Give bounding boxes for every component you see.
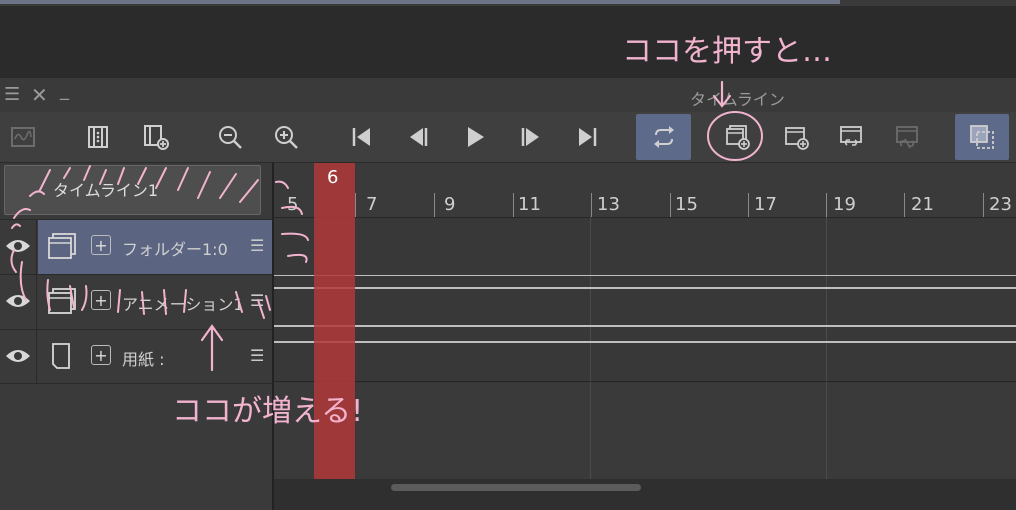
panel-header: ☰ ✕ _ タイムライン: [0, 78, 1016, 112]
close-icon[interactable]: ✕: [31, 85, 48, 105]
visibility-eye-icon[interactable]: [4, 347, 32, 369]
frame-label: 5: [287, 194, 299, 215]
track-animation[interactable]: [274, 274, 1016, 328]
expand-plus-icon[interactable]: +: [91, 235, 111, 255]
frame-label: 7: [366, 194, 378, 215]
panel-title: タイムライン: [690, 90, 785, 109]
first-frame-icon[interactable]: [342, 118, 382, 156]
expand-plus-icon[interactable]: +: [91, 345, 111, 365]
zoom-in-icon[interactable]: [266, 118, 306, 156]
unlink-cel-icon[interactable]: [887, 118, 927, 156]
new-cel-icon[interactable]: [776, 118, 816, 156]
next-frame-icon[interactable]: [511, 118, 551, 156]
expand-plus-icon[interactable]: +: [91, 290, 111, 310]
onion-skin-icon[interactable]: [955, 114, 1009, 160]
timeline-bottom: [274, 479, 1016, 510]
annotation-top: ココを押すと…: [622, 34, 832, 69]
new-timeline-icon[interactable]: [78, 118, 118, 156]
specify-cel-icon[interactable]: [831, 118, 871, 156]
add-timeline-icon[interactable]: [136, 118, 176, 156]
visibility-eye-icon[interactable]: [4, 237, 32, 259]
current-frame-label: 6: [327, 167, 339, 188]
waveform-icon[interactable]: [3, 118, 43, 156]
layer-menu-icon[interactable]: ☰: [250, 236, 264, 255]
track-folder[interactable]: [274, 218, 1016, 273]
timeline-toolbar: [0, 112, 1016, 163]
frame-label: 11: [518, 194, 541, 215]
frame-label: 19: [833, 194, 856, 215]
layer-menu-icon[interactable]: ☰: [250, 291, 264, 310]
frame-label: 15: [675, 194, 698, 215]
panel-menu-icon[interactable]: ☰: [4, 86, 20, 104]
annotation-bottom: ココが増える!: [172, 394, 364, 429]
layer-name: アニメーション1: [122, 295, 244, 314]
loop-playback-icon[interactable]: [636, 114, 691, 160]
frame-label: 23: [989, 194, 1012, 215]
layer-row[interactable]: + 用紙 : ☰: [0, 329, 272, 384]
frame-label: 21: [911, 194, 934, 215]
minimize-icon[interactable]: _: [60, 82, 69, 100]
layer-name: フォルダー1:0: [122, 240, 228, 259]
zoom-out-icon[interactable]: [210, 118, 250, 156]
canvas-area: [0, 6, 1016, 78]
play-icon[interactable]: [455, 118, 495, 156]
frame-label: 17: [754, 194, 777, 215]
frame-label: 9: [444, 194, 456, 215]
layer-list: タイムライン1 + フォルダー1:0 ☰ + アニメーション1 ☰ + 用紙 :…: [0, 163, 274, 510]
last-frame-icon[interactable]: [567, 118, 607, 156]
paper-icon: [47, 342, 77, 374]
track-paper[interactable]: [274, 329, 1016, 383]
frame-ruler[interactable]: 5 7 9 11 13 15 17 19 21 23: [274, 163, 1016, 218]
visibility-eye-icon[interactable]: [4, 292, 32, 314]
layer-menu-icon[interactable]: ☰: [250, 346, 264, 365]
animation-folder-icon: [47, 232, 77, 264]
frame-label: 13: [597, 194, 620, 215]
horizontal-scrollbar[interactable]: [391, 484, 641, 491]
layer-row[interactable]: + フォルダー1:0 ☰: [0, 219, 272, 274]
timeline-frames[interactable]: 5 7 9 11 13 15 17 19 21 23 6: [274, 163, 1016, 510]
playhead[interactable]: [314, 163, 355, 481]
layer-name: 用紙 :: [122, 350, 165, 369]
new-animation-cel-icon[interactable]: [717, 118, 757, 156]
timeline-name-field[interactable]: タイムライン1: [4, 165, 261, 215]
previous-frame-icon[interactable]: [398, 118, 438, 156]
animation-folder-icon: [47, 287, 77, 319]
top-accent-bar: [0, 0, 840, 4]
layer-row[interactable]: + アニメーション1 ☰: [0, 274, 272, 329]
